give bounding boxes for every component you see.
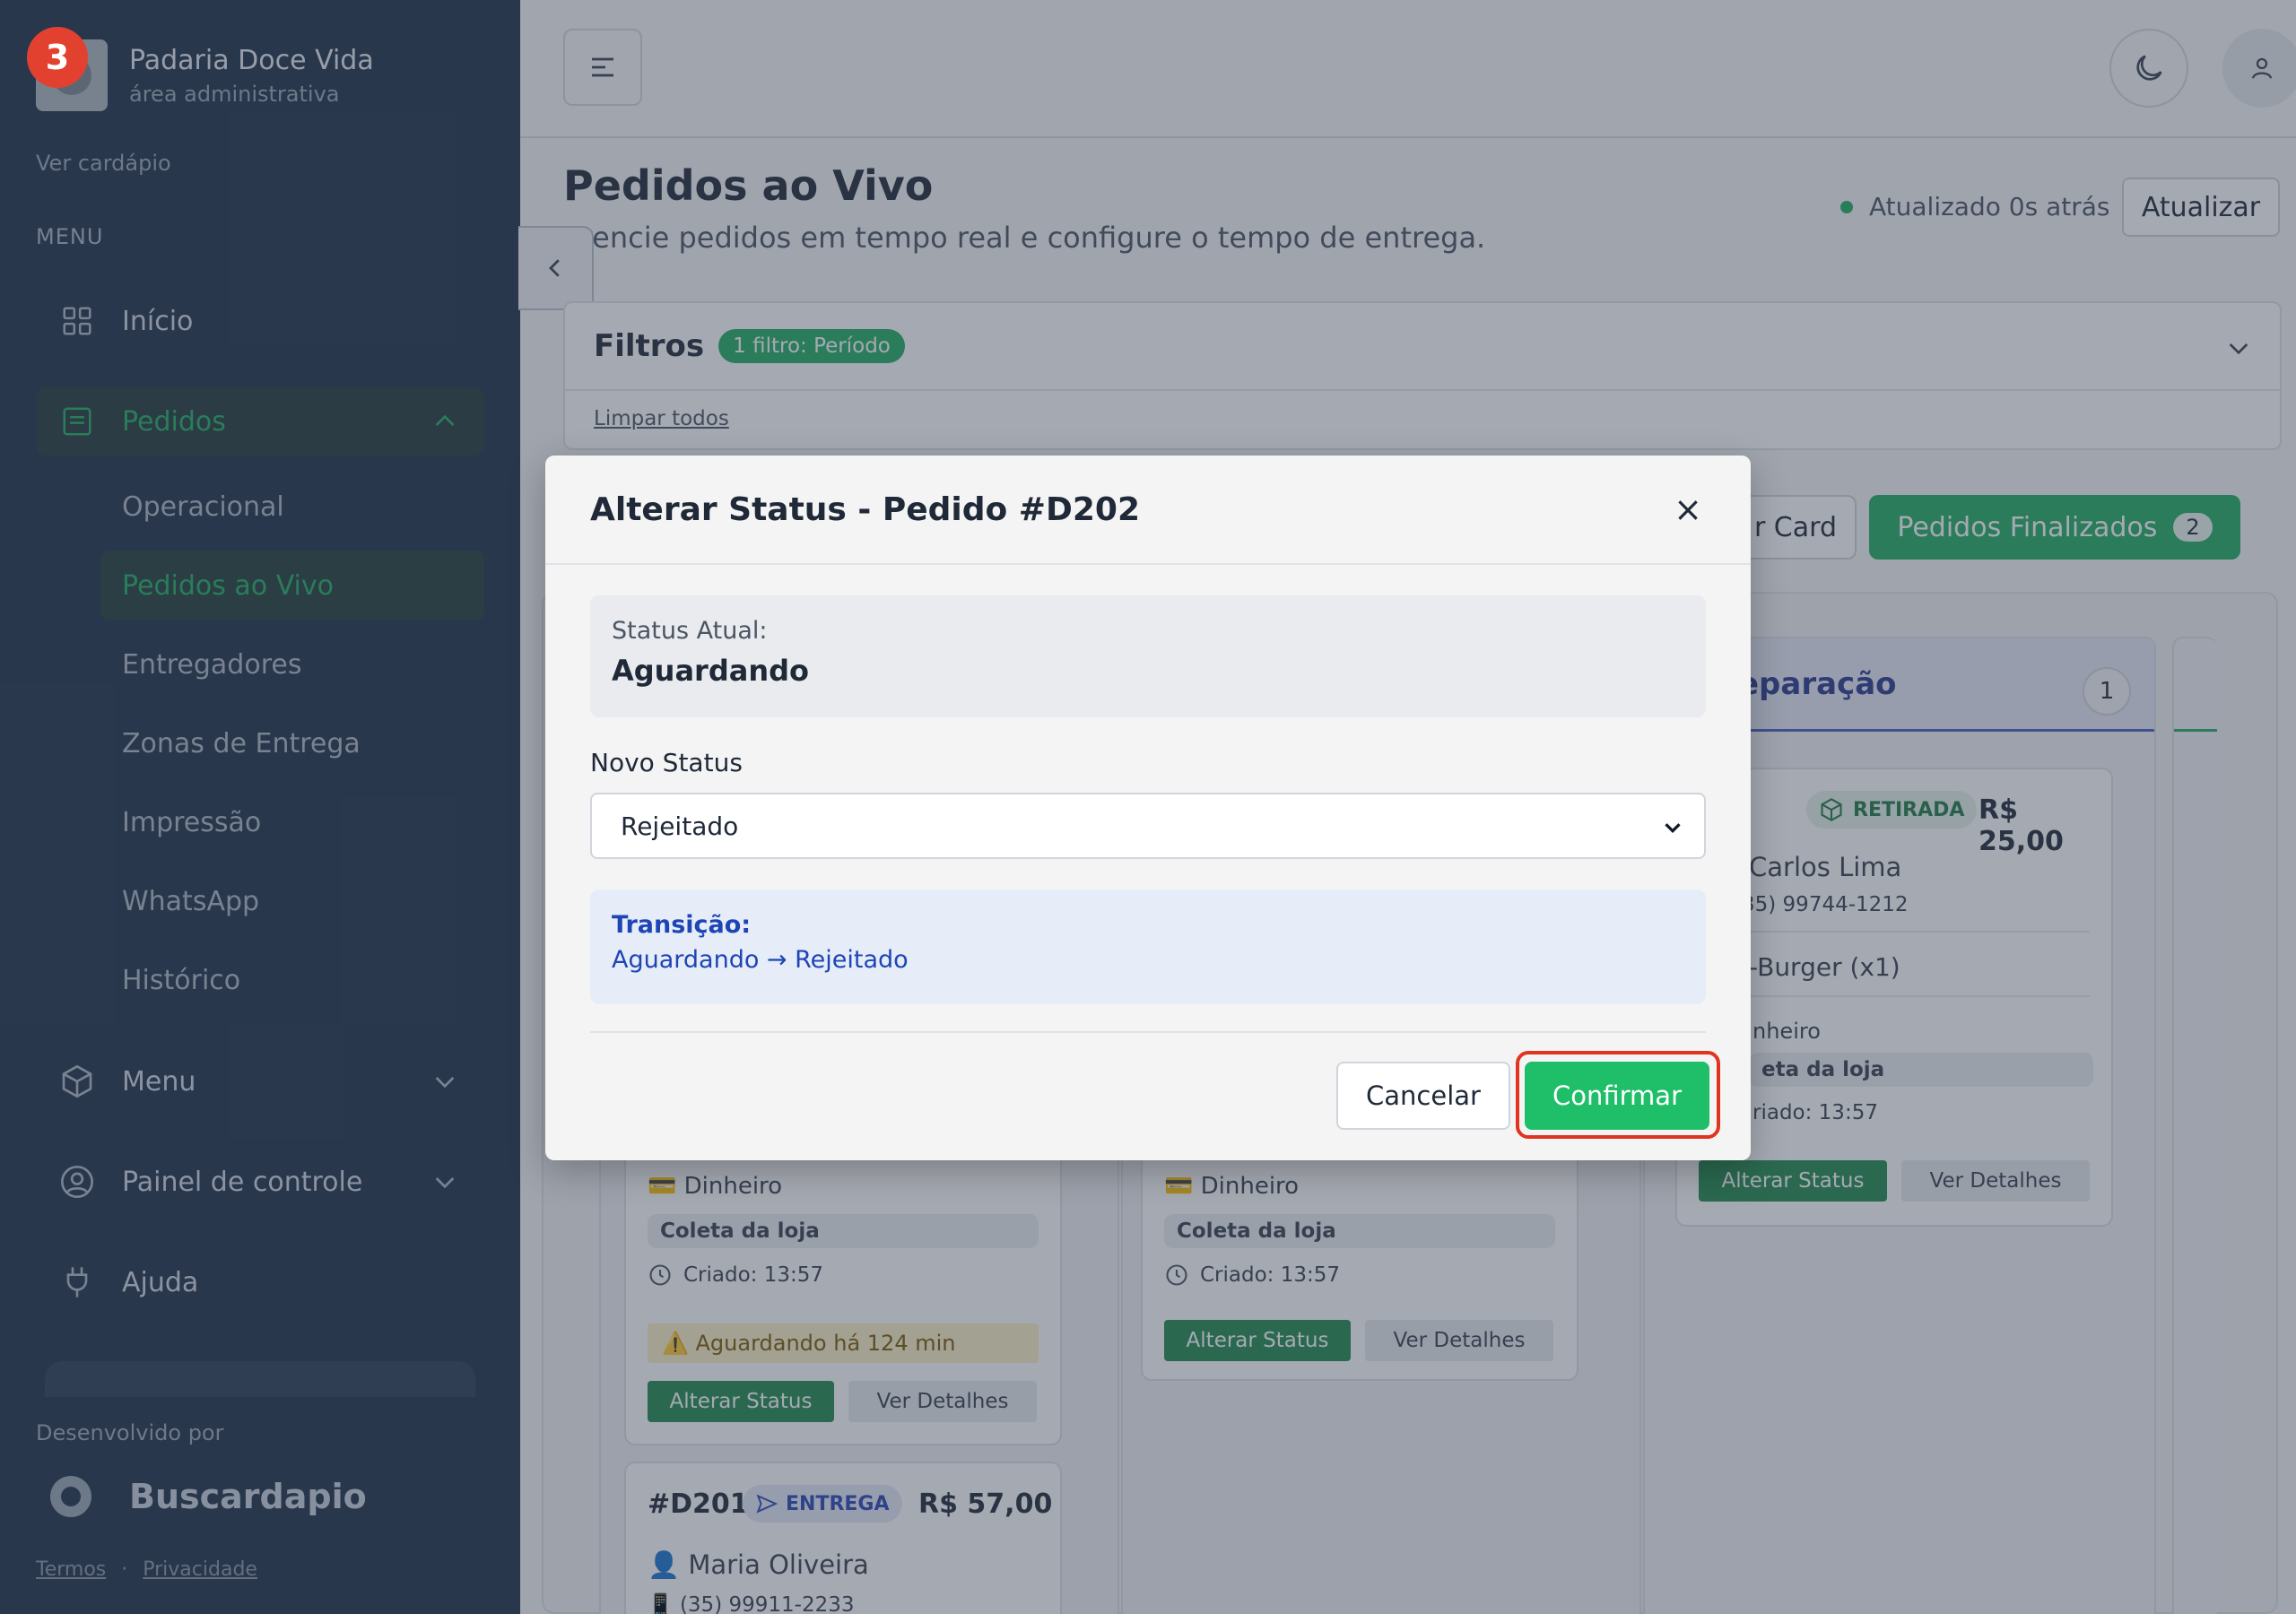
cancel-button[interactable]: Cancelar	[1336, 1062, 1510, 1130]
change-status-modal: Alterar Status - Pedido #D202 × Status A…	[545, 456, 1751, 1160]
modal-divider	[590, 1031, 1706, 1033]
current-status-value: Aguardando	[612, 654, 809, 688]
transition-preview: Transição: Aguardando → Rejeitado	[590, 889, 1706, 1004]
new-status-label: Novo Status	[590, 748, 743, 777]
current-status-box: Status Atual: Aguardando	[590, 595, 1706, 717]
modal-header: Alterar Status - Pedido #D202 ×	[545, 456, 1751, 565]
current-status-label: Status Atual:	[612, 617, 768, 645]
new-status-select[interactable]: Rejeitado	[590, 793, 1706, 859]
modal-title: Alterar Status - Pedido #D202	[590, 490, 1141, 528]
close-icon[interactable]: ×	[1670, 490, 1706, 529]
chevron-down-icon	[1665, 823, 1681, 834]
new-status-selected-value: Rejeitado	[621, 811, 739, 841]
transition-label: Transição:	[612, 911, 752, 939]
notification-badge[interactable]: 3	[27, 27, 88, 88]
transition-value: Aguardando → Rejeitado	[612, 946, 909, 974]
confirm-button[interactable]: Confirmar	[1525, 1062, 1709, 1130]
